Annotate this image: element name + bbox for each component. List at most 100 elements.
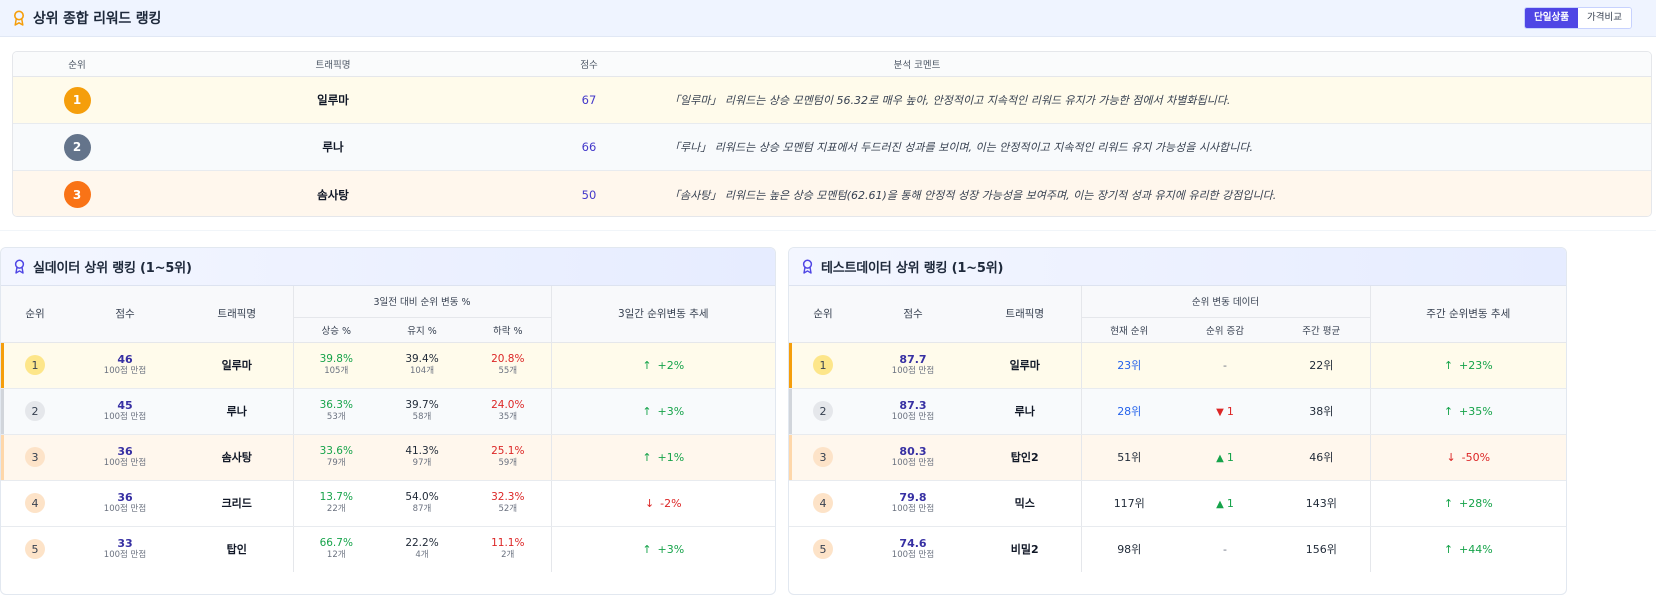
trend-value: +1% <box>657 450 685 464</box>
up-count: 12개 <box>326 550 346 561</box>
current-rank: 28위 <box>1080 388 1177 435</box>
down-pct: 32.3% <box>491 491 525 503</box>
weekly-average: 143위 <box>1273 480 1371 527</box>
trend-value: +35% <box>1459 404 1493 418</box>
traffic-name: 솜사탕 <box>181 434 293 481</box>
col-trend: 주간 순위변동 추세 <box>1369 286 1566 343</box>
arrow-down-icon: ↓ <box>1446 450 1456 464</box>
triangle-up-icon: ▲ <box>1216 498 1224 510</box>
trend-value: -2% <box>660 496 682 510</box>
col-score: 점수 <box>857 286 969 343</box>
rank-badge: 2 <box>25 401 45 421</box>
real-data-title: 실데이터 상위 랭킹 (1~5위) <box>33 261 192 276</box>
price-compare-tab[interactable]: 가격비교 <box>1578 8 1631 28</box>
real-data-table: 순위 점수 트래픽명 3일전 대비 순위 변동 % 3일간 순위변동 추세 상승… <box>1 286 775 572</box>
score-max: 100점 만점 <box>891 550 935 561</box>
traffic-name: 믹스 <box>969 480 1081 527</box>
table-row[interactable]: 2 87.3 100점 만점 루나 28위 ▼ 1 38위 ↑ +35% <box>789 388 1566 435</box>
trend-value: +2% <box>657 358 685 372</box>
keep-count: 4개 <box>415 550 429 561</box>
col-current: 현재 순위 <box>1080 317 1177 343</box>
down-pct: 11.1% <box>491 537 525 550</box>
arrow-up-icon: ↑ <box>642 450 652 464</box>
keep-pct: 41.3% <box>405 445 439 457</box>
analysis-comment: 「일루마」 리워드는 상승 모멘텀이 56.32로 매우 높아, 안정적이고 지… <box>669 94 1231 107</box>
traffic-name: 루나 <box>969 388 1081 435</box>
table-row[interactable]: 4 79.8 100점 만점 믹스 117위 ▲ 1 143위 ↑ +28% <box>789 480 1566 527</box>
score: 79.8 <box>899 491 927 504</box>
col-rank: 순위 <box>789 286 857 343</box>
score: 36 <box>117 445 133 458</box>
overall-ranking-table: 순위 트래픽명 점수 분석 코멘트 1 일루마 67 「일루마」 리워드는 상승… <box>12 51 1652 217</box>
keep-count: 58개 <box>412 412 432 422</box>
down-pct: 20.8% <box>491 353 525 365</box>
down-count: 55개 <box>498 366 518 376</box>
overall-ranking-panel: 상위 종합 리워드 랭킹 단일상품 가격비교 순위 트래픽명 점수 분석 코멘트… <box>0 0 1656 232</box>
rank-change-value: - <box>1223 542 1227 556</box>
score: 87.7 <box>899 353 927 366</box>
score: 80.3 <box>899 445 927 458</box>
col-score: 점수 <box>580 60 598 71</box>
single-product-tab[interactable]: 단일상품 <box>1525 8 1579 28</box>
rank-badge: 3 <box>813 447 833 467</box>
table-row[interactable]: 1 87.7 100점 만점 일루마 23위 - 22위 ↑ +23% <box>789 342 1566 389</box>
rank-badge: 5 <box>25 539 45 560</box>
rank-badge: 2 <box>813 401 833 421</box>
trend-value: +23% <box>1459 358 1493 372</box>
rank-change: - <box>1177 526 1273 572</box>
score-max: 100점 만점 <box>103 550 147 561</box>
col-rank: 순위 <box>68 60 86 71</box>
table-row[interactable]: 2 루나 66 「루나」 리워드는 상승 모멘텀 지표에서 두드러진 성과를 보… <box>13 124 1651 171</box>
divider <box>0 230 1656 231</box>
keep-count: 97개 <box>412 458 432 468</box>
keep-count: 87개 <box>412 504 432 514</box>
overall-ranking-header: 상위 종합 리워드 랭킹 <box>0 0 1656 37</box>
table-row[interactable]: 1 46 100점 만점 일루마 39.8% 105개 39.4% 104개 20.8… <box>1 342 775 389</box>
table-row[interactable]: 4 36 100점 만점 크리드 13.7% 22개 54.0% 87개 32.3% 5… <box>1 480 775 527</box>
traffic-name: 크리드 <box>181 480 293 527</box>
up-pct: 36.3% <box>319 399 353 411</box>
table-row[interactable]: 1 일루마 67 「일루마」 리워드는 상승 모멘텀이 56.32로 매우 높아… <box>13 77 1651 124</box>
score: 87.3 <box>899 399 927 412</box>
rank-change: ▼ 1 <box>1177 388 1273 435</box>
rank-medal: 1 <box>63 86 91 114</box>
traffic-name: 솜사탕 <box>317 187 349 202</box>
traffic-name: 탑인2 <box>969 434 1081 481</box>
rank-change-value: 1 <box>1226 404 1234 418</box>
down-pct: 25.1% <box>491 445 525 457</box>
col-group-change: 3일전 대비 순위 변동 % <box>292 286 552 318</box>
view-toggle: 단일상품 가격비교 <box>1524 7 1632 29</box>
down-count: 52개 <box>498 504 518 514</box>
current-rank: 51위 <box>1080 434 1177 481</box>
triangle-down-icon: ▼ <box>1216 406 1224 418</box>
triangle-up-icon: ▲ <box>1216 452 1224 464</box>
arrow-down-icon: ↓ <box>644 496 655 510</box>
weekly-average: 46위 <box>1273 434 1371 481</box>
real-data-header: 실데이터 상위 랭킹 (1~5위) <box>1 248 775 286</box>
score: 46 <box>117 353 133 366</box>
award-icon <box>14 259 25 274</box>
score: 74.6 <box>899 537 927 551</box>
up-pct: 13.7% <box>319 491 353 503</box>
table-row[interactable]: 3 36 100점 만점 솜사탕 33.6% 79개 41.3% 97개 25.1% 5… <box>1 434 775 481</box>
up-count: 53개 <box>326 412 346 422</box>
test-data-title: 테스트데이터 상위 랭킹 (1~5위) <box>821 261 1004 276</box>
table-row[interactable]: 3 솜사탕 50 「솜사탕」 리워드는 높은 상승 모멘텀(62.61)을 통해… <box>13 171 1651 216</box>
rank-badge: 4 <box>25 493 45 513</box>
rank-change-value: 1 <box>1226 450 1234 464</box>
test-data-table: 순위 점수 트래픽명 순위 변동 데이터 주간 순위변동 추세 현재 순위 순위… <box>789 286 1566 572</box>
arrow-up-icon: ↑ <box>642 358 652 372</box>
col-name: 트래픽명 <box>969 286 1081 343</box>
table-row[interactable]: 3 80.3 100점 만점 탑인2 51위 ▲ 1 46위 ↓ -50% <box>789 434 1566 481</box>
table-row[interactable]: 2 45 100점 만점 루나 36.3% 53개 39.7% 58개 24.0% 35… <box>1 388 775 435</box>
rank-change-value: 1 <box>1226 496 1234 510</box>
rank-badge: 3 <box>25 447 45 467</box>
traffic-name: 일루마 <box>181 342 293 389</box>
trend-value: -50% <box>1461 450 1491 464</box>
table-row[interactable]: 5 33 100점 만점 탑인 66.7% 12개 22.2% 4개 11.1% 2개 … <box>1 526 775 572</box>
table-row[interactable]: 5 74.6 100점 만점 비밀2 98위 - 156위 ↑ +44% <box>789 526 1566 572</box>
up-count: 79개 <box>326 458 346 468</box>
arrow-up-icon: ↑ <box>1443 496 1454 510</box>
rank-badge: 1 <box>813 355 833 375</box>
score: 50 <box>581 187 597 202</box>
